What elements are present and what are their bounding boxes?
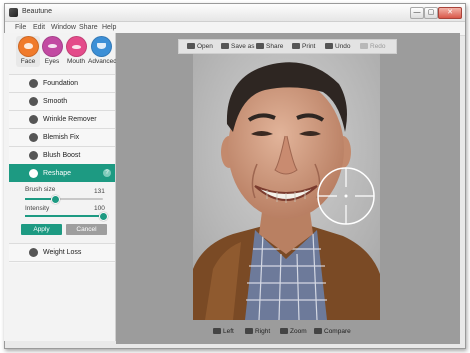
category-mouth-label: Mouth: [66, 58, 86, 65]
tool-foundation[interactable]: Foundation: [9, 74, 115, 92]
rotate-right-label: Right: [255, 328, 271, 335]
maximize-button[interactable]: ▢: [424, 7, 438, 19]
undo-label: Undo: [335, 43, 351, 50]
compare-icon: [314, 328, 322, 334]
zoom-label: Zoom: [290, 328, 307, 335]
compare-button[interactable]: Compare: [314, 328, 351, 335]
save-icon: [221, 43, 229, 49]
open-button[interactable]: Open: [187, 43, 213, 50]
save-as-label: Save as: [231, 43, 255, 50]
blush-icon: [29, 151, 38, 160]
zoom-button[interactable]: Zoom: [280, 328, 307, 335]
brush-size-handle[interactable]: [50, 195, 60, 204]
rotate-left-label: Left: [223, 328, 234, 335]
brush-size-value: 131: [94, 188, 105, 195]
category-eyes-label: Eyes: [44, 58, 60, 65]
tool-weight-loss[interactable]: Weight Loss: [9, 243, 115, 261]
share-icon: [256, 43, 264, 49]
category-mouth[interactable]: Mouth: [64, 36, 88, 65]
category-eyes[interactable]: Eyes: [40, 36, 64, 65]
app-logo-icon: [9, 8, 18, 17]
menu-edit[interactable]: Edit: [33, 24, 45, 31]
close-button[interactable]: ✕: [438, 7, 462, 19]
zoom-icon: [280, 328, 288, 334]
compare-label: Compare: [324, 328, 351, 335]
menu-help[interactable]: Help: [102, 24, 116, 31]
rotate-left-icon: [213, 328, 221, 334]
tool-label: Blush Boost: [43, 152, 81, 159]
wrinkle-icon: [29, 115, 38, 124]
category-face-label: Face: [20, 58, 36, 65]
weight-loss-icon: [29, 248, 38, 257]
heart-icon: [90, 36, 112, 57]
undo-icon: [325, 43, 333, 49]
share-button[interactable]: Share: [256, 43, 283, 50]
menu-share[interactable]: Share: [79, 24, 98, 31]
rotate-right-icon: [245, 328, 253, 334]
window-title: Beautune: [22, 8, 52, 15]
print-button[interactable]: Print: [292, 43, 315, 50]
rotate-right-button[interactable]: Right: [245, 328, 270, 335]
share-label: Share: [266, 43, 284, 50]
tool-list-divider: [9, 261, 115, 263]
intensity-value: 100: [94, 205, 105, 212]
portrait-photo[interactable]: [193, 54, 380, 320]
title-bar: Beautune — ▢ ✕: [5, 4, 465, 22]
save-as-button[interactable]: Save as: [221, 43, 255, 50]
lips-icon: [65, 36, 87, 57]
intensity-slider[interactable]: [25, 212, 108, 221]
reshape-settings-panel: Brush size 131 Intensity 100 Apply Cance…: [9, 182, 115, 239]
tool-label: Wrinkle Remover: [43, 116, 97, 123]
eye-icon: [41, 36, 63, 57]
open-label: Open: [197, 43, 213, 50]
intensity-handle[interactable]: [99, 212, 108, 221]
foundation-icon: [29, 79, 38, 88]
menu-window[interactable]: Window: [51, 24, 76, 31]
category-advanced-label: Advanced: [88, 58, 117, 65]
category-advanced[interactable]: Advanced: [88, 36, 117, 65]
tool-wrinkle-remover[interactable]: Wrinkle Remover: [9, 110, 115, 128]
tool-reshape[interactable]: Reshape ?: [9, 164, 115, 182]
print-label: Print: [302, 43, 316, 50]
bottom-toolbar: Left Right Zoom Compare: [116, 322, 460, 342]
help-icon[interactable]: ?: [103, 169, 111, 177]
smooth-icon: [29, 97, 38, 106]
tool-blemish-fix[interactable]: Blemish Fix: [9, 128, 115, 146]
undo-button[interactable]: Undo: [325, 43, 351, 50]
tool-label: Smooth: [43, 98, 68, 105]
minimize-button[interactable]: —: [410, 7, 424, 19]
menu-file[interactable]: File: [15, 24, 26, 31]
tool-label: Foundation: [43, 80, 79, 87]
brush-size-slider[interactable]: [25, 195, 103, 204]
redo-label: Redo: [370, 43, 386, 50]
print-icon: [292, 43, 300, 49]
top-toolbar: Open Save as Share Print Undo Redo: [178, 39, 397, 54]
tool-smooth[interactable]: Smooth: [9, 92, 115, 110]
brush-size-label: Brush size: [25, 186, 56, 193]
tool-label: Reshape: [43, 170, 72, 177]
portrait-image: [193, 54, 380, 320]
blemish-icon: [29, 133, 38, 142]
redo-icon: [360, 43, 368, 49]
tool-label: Weight Loss: [43, 249, 82, 256]
tool-label: Blemish Fix: [43, 134, 80, 141]
intensity-label: Intensity: [25, 205, 50, 212]
cancel-button[interactable]: Cancel: [66, 224, 107, 235]
intensity-fill: [25, 215, 103, 217]
folder-icon: [187, 43, 195, 49]
reshape-icon: [29, 169, 38, 178]
apply-button[interactable]: Apply: [21, 224, 62, 235]
redo-button[interactable]: Redo: [360, 43, 386, 50]
reshape-brush-cursor: [317, 167, 375, 225]
category-face[interactable]: Face: [16, 36, 40, 67]
face-icon: [17, 36, 39, 57]
tool-blush-boost[interactable]: Blush Boost: [9, 146, 115, 164]
rotate-left-button[interactable]: Left: [213, 328, 234, 335]
